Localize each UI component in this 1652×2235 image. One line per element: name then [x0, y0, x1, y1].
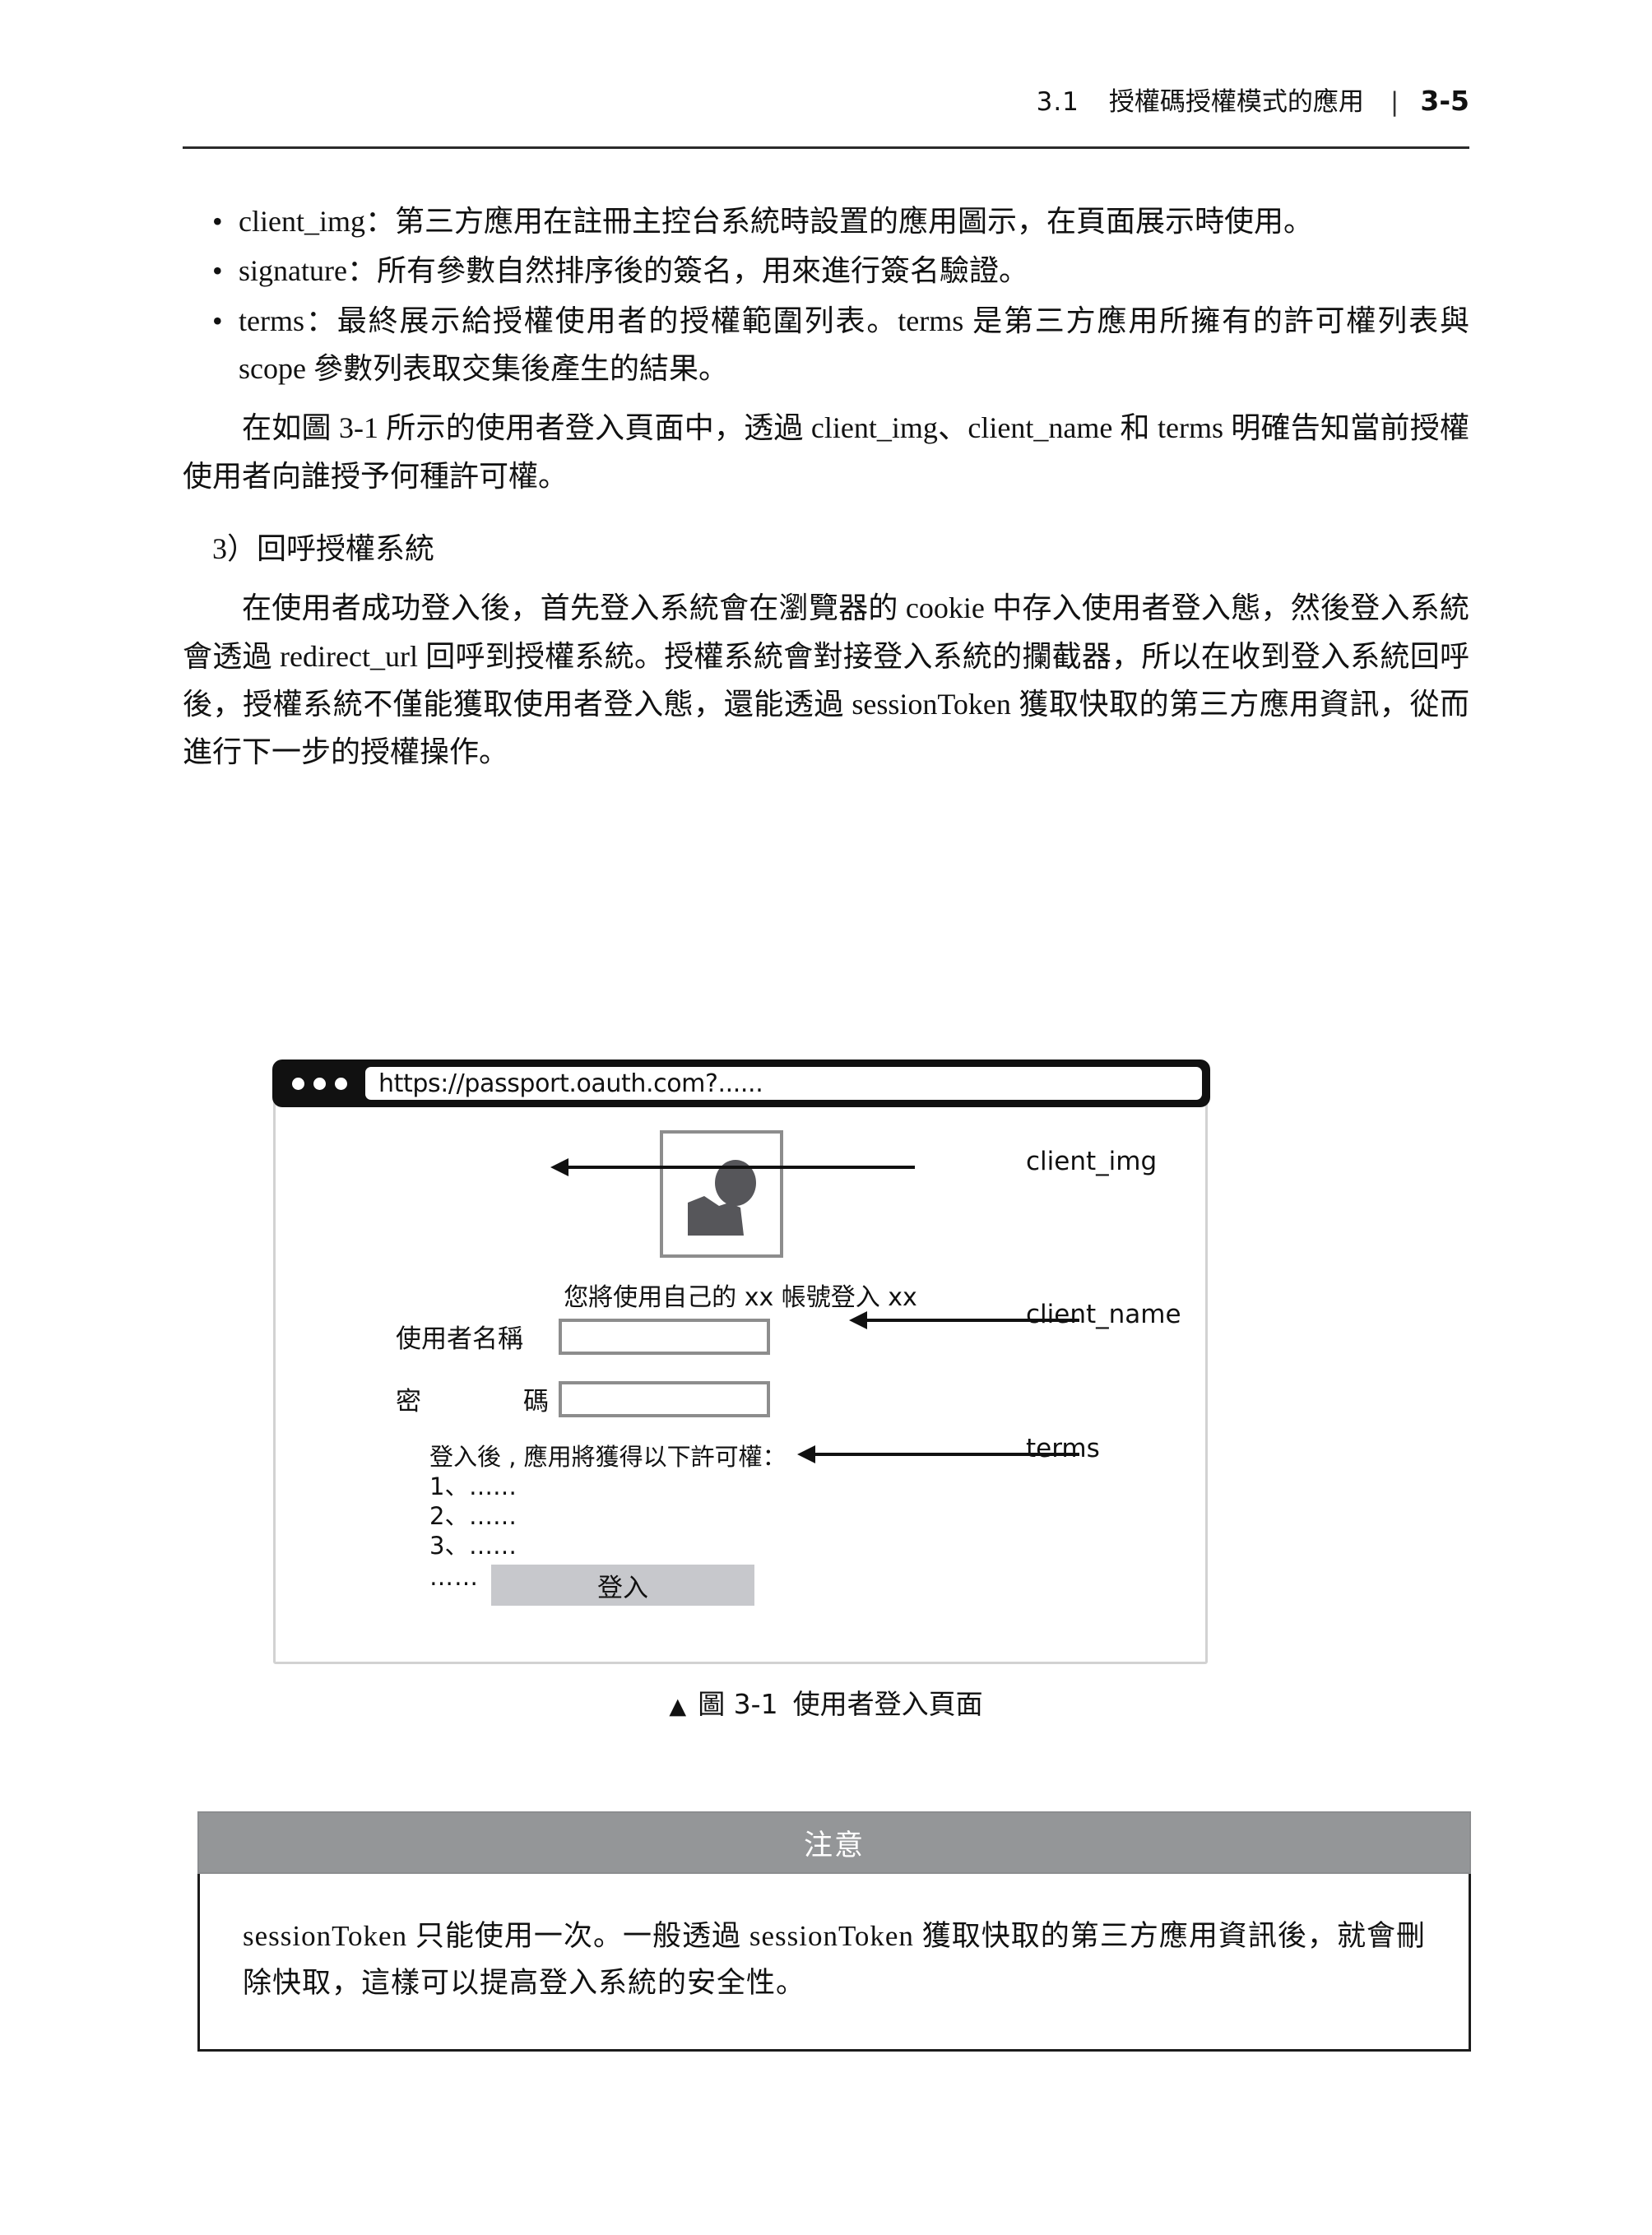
figure-3-1: https://passport.oauth.com?...... 您將使用自己…	[183, 1057, 1469, 1720]
username-field-row: 使用者名稱	[396, 1318, 770, 1355]
terms-list-item: 2、……	[429, 1502, 787, 1532]
bullet-marker-icon: •	[212, 304, 223, 337]
annotation-line-client-img	[568, 1166, 915, 1169]
bullet-item-client-img: • client_img：第三方應用在註冊主控台系統時設置的應用圖示，在頁面展示…	[183, 197, 1469, 245]
traffic-dot-icon	[292, 1077, 304, 1090]
bullet-item-terms: • terms：最終展示給授權使用者的授權範圍列表。terms 是第三方應用所擁…	[183, 297, 1469, 393]
username-label: 使用者名稱	[396, 1324, 523, 1354]
annotation-arrowhead-client-img-icon	[550, 1158, 568, 1176]
address-bar-input[interactable]: https://passport.oauth.com?......	[365, 1067, 1202, 1100]
bullet-marker-icon: •	[212, 254, 223, 288]
running-head-separator: |	[1390, 87, 1399, 117]
terms-list-item: 3、……	[429, 1532, 787, 1561]
terms-item-text: ……	[469, 1472, 517, 1500]
password-label: 密 碼	[396, 1380, 549, 1417]
subsection-heading-callback-auth: 3）回呼授權系統	[212, 531, 435, 565]
caption-title: 使用者登入頁面	[792, 1688, 983, 1720]
running-head: 3.1 授權碼授權模式的應用 | 3-5	[1037, 81, 1469, 118]
figure-caption: ▲ 圖 3-1 使用者登入頁面	[183, 1682, 1469, 1722]
browser-toolbar: https://passport.oauth.com?......	[272, 1060, 1210, 1107]
caption-label: 圖 3-1	[698, 1688, 778, 1720]
bullet-text: terms：最終展示給授權使用者的授權範圍列表。terms 是第三方應用所擁有的…	[239, 304, 1469, 385]
terms-item-index: 3、	[429, 1531, 469, 1560]
note-callout-title: 注意	[803, 1829, 865, 1862]
terms-item-index: 2、	[429, 1501, 469, 1530]
traffic-dot-icon	[313, 1077, 326, 1090]
password-label-left: 密	[396, 1387, 421, 1417]
bullet-item-signature: • signature：所有參數自然排序後的簽名，用來進行簽名驗證。	[183, 247, 1469, 294]
parameter-bullet-list: • client_img：第三方應用在註冊主控台系統時設置的應用圖示，在頁面展示…	[183, 197, 1469, 392]
username-input[interactable]	[559, 1318, 770, 1355]
traffic-dot-icon	[335, 1077, 347, 1090]
terms-list-item: 1、……	[429, 1472, 787, 1502]
bullet-marker-icon: •	[212, 205, 223, 238]
login-button[interactable]: 登入	[491, 1565, 754, 1606]
terms-list-title: 登入後 , 應用將獲得以下許可權：	[429, 1443, 787, 1471]
password-field-row: 密 碼	[396, 1380, 770, 1417]
note-callout: 注意 sessionToken 只能使用一次。一般透過 sessionToken…	[197, 1811, 1471, 2052]
caption-triangle-icon: ▲	[669, 1694, 687, 1719]
password-label-right: 碼	[523, 1387, 549, 1417]
annotation-label-client-img: client_img	[1026, 1147, 1158, 1176]
window-traffic-lights-icon	[292, 1077, 347, 1090]
terms-item-text: ……	[469, 1531, 517, 1560]
note-callout-body: sessionToken 只能使用一次。一般透過 sessionToken 獲取…	[197, 1874, 1471, 2052]
running-head-rule	[183, 146, 1469, 149]
terms-item-index: 1、	[429, 1472, 469, 1500]
annotation-label-terms: terms	[1026, 1434, 1100, 1463]
annotation-label-client-name: client_name	[1026, 1300, 1181, 1329]
page-content: • client_img：第三方應用在註冊主控台系統時設置的應用圖示，在頁面展示…	[183, 197, 1469, 776]
paragraph-callback-description: 在使用者成功登入後，首先登入系統會在瀏覽器的 cookie 中存入使用者登入態，…	[183, 591, 1469, 769]
paragraph-figure-reference: 在如圖 3-1 所示的使用者登入頁面中，透過 client_img、client…	[183, 411, 1469, 493]
page-number: 3-5	[1420, 85, 1469, 117]
note-callout-header: 注意	[197, 1811, 1471, 1874]
bullet-text: client_img：第三方應用在註冊主控台系統時設置的應用圖示，在頁面展示時使…	[239, 205, 1313, 238]
bullet-text: signature：所有參數自然排序後的簽名，用來進行簽名驗證。	[239, 254, 1028, 288]
annotation-arrowhead-terms-icon	[797, 1445, 815, 1463]
login-page-content: 您將使用自己的 xx 帳號登入 xx 使用者名稱 密 碼 登入後 , 應用將獲得…	[276, 1114, 1205, 1662]
running-head-section-title: 授權碼授權模式的應用	[1108, 87, 1364, 117]
client-image-placeholder	[660, 1130, 783, 1258]
login-button-label: 登入	[597, 1573, 648, 1603]
person-silhouette-icon	[688, 1160, 756, 1236]
password-input[interactable]	[559, 1380, 770, 1417]
annotation-arrowhead-client-name-icon	[849, 1311, 867, 1329]
terms-item-text: ……	[469, 1501, 517, 1530]
running-head-section-number: 3.1	[1036, 87, 1079, 117]
